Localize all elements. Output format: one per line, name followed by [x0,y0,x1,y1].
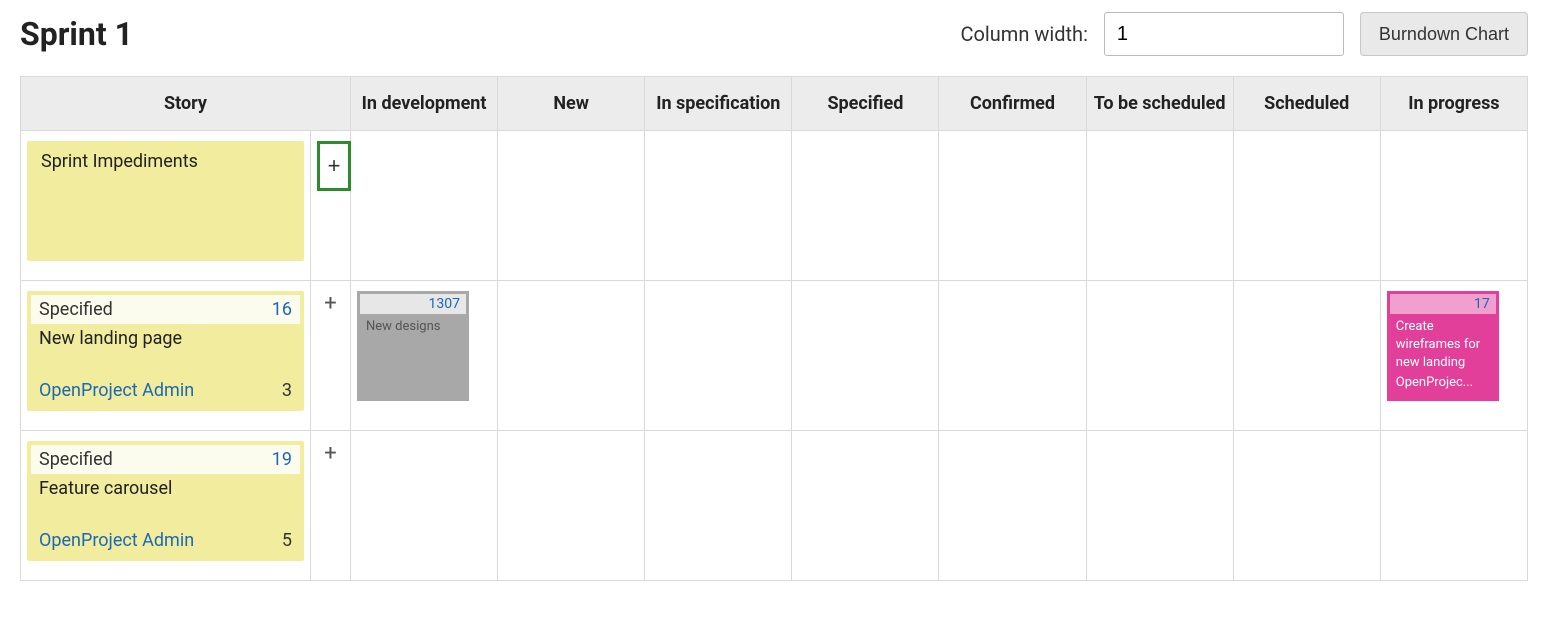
cell-confirmed[interactable] [939,131,1086,281]
add-task-button[interactable]: + [317,141,351,191]
burndown-chart-button[interactable]: Burndown Chart [1360,12,1528,56]
cell-confirmed[interactable] [939,431,1086,581]
cell-in-progress[interactable] [1380,131,1527,281]
story-card[interactable]: Specified 19 Feature carousel OpenProjec… [27,441,304,561]
add-task-button[interactable]: + [317,441,344,466]
story-points: 3 [282,380,292,401]
story-card[interactable]: Sprint Impediments [27,141,304,261]
cell-in-specification[interactable] [645,281,792,431]
story-title: New landing page [31,324,300,378]
cell-new[interactable] [498,281,645,431]
cell-in-development[interactable] [351,131,498,281]
cell-specified[interactable] [792,431,939,581]
task-board: Story In development New In specificatio… [20,76,1528,581]
column-width-label: Column width: [960,22,1087,46]
cell-specified[interactable] [792,131,939,281]
story-title: Feature carousel [31,474,300,528]
cell-to-be-scheduled[interactable] [1086,431,1233,581]
cell-in-progress[interactable] [1380,431,1527,581]
story-card[interactable]: Specified 16 New landing page OpenProjec… [27,291,304,411]
add-task-button[interactable]: + [317,291,344,316]
column-header-in-specification: In specification [645,77,792,131]
cell-scheduled[interactable] [1233,131,1380,281]
column-header-specified: Specified [792,77,939,131]
cell-specified[interactable] [792,281,939,431]
column-header-confirmed: Confirmed [939,77,1086,131]
cell-confirmed[interactable] [939,281,1086,431]
cell-in-specification[interactable] [645,431,792,581]
cell-to-be-scheduled[interactable] [1086,281,1233,431]
story-id-link[interactable]: 19 [272,449,292,470]
table-row: Specified 16 New landing page OpenProjec… [21,281,1528,431]
story-id-link[interactable]: 16 [272,299,292,320]
cell-in-specification[interactable] [645,131,792,281]
story-points: 5 [282,530,292,551]
column-headers-row: Story In development New In specificatio… [21,77,1528,131]
task-title: New designs [360,314,466,338]
table-row: Sprint Impediments + [21,131,1528,281]
task-id-link[interactable]: 17 [1390,294,1496,314]
task-card[interactable]: 1307 New designs [357,291,469,401]
story-owner-link[interactable]: OpenProject Admin [39,530,194,551]
column-header-story: Story [21,77,351,131]
story-status: Specified [39,449,113,470]
story-status: Specified [39,299,113,320]
page-title: Sprint 1 [20,15,133,53]
header-controls: Column width: Burndown Chart [960,12,1528,56]
column-header-new: New [498,77,645,131]
task-owner: OpenProjec... [1390,375,1496,394]
cell-new[interactable] [498,131,645,281]
column-header-in-progress: In progress [1380,77,1527,131]
column-header-to-be-scheduled: To be scheduled [1086,77,1233,131]
column-header-in-development: In development [351,77,498,131]
cell-in-development[interactable] [351,431,498,581]
task-card[interactable]: 17 Create wireframes for new landing Ope… [1387,291,1499,401]
cell-to-be-scheduled[interactable] [1086,131,1233,281]
cell-in-development[interactable]: 1307 New designs [351,281,498,431]
column-header-scheduled: Scheduled [1233,77,1380,131]
cell-new[interactable] [498,431,645,581]
cell-scheduled[interactable] [1233,281,1380,431]
story-owner-link[interactable]: OpenProject Admin [39,380,194,401]
cell-in-progress[interactable]: 17 Create wireframes for new landing Ope… [1380,281,1527,431]
task-id-link[interactable]: 1307 [360,294,466,314]
cell-scheduled[interactable] [1233,431,1380,581]
story-title: Sprint Impediments [31,145,300,199]
task-title: Create wireframes for new landing [1390,314,1496,375]
table-row: Specified 19 Feature carousel OpenProjec… [21,431,1528,581]
column-width-input[interactable] [1104,12,1344,56]
